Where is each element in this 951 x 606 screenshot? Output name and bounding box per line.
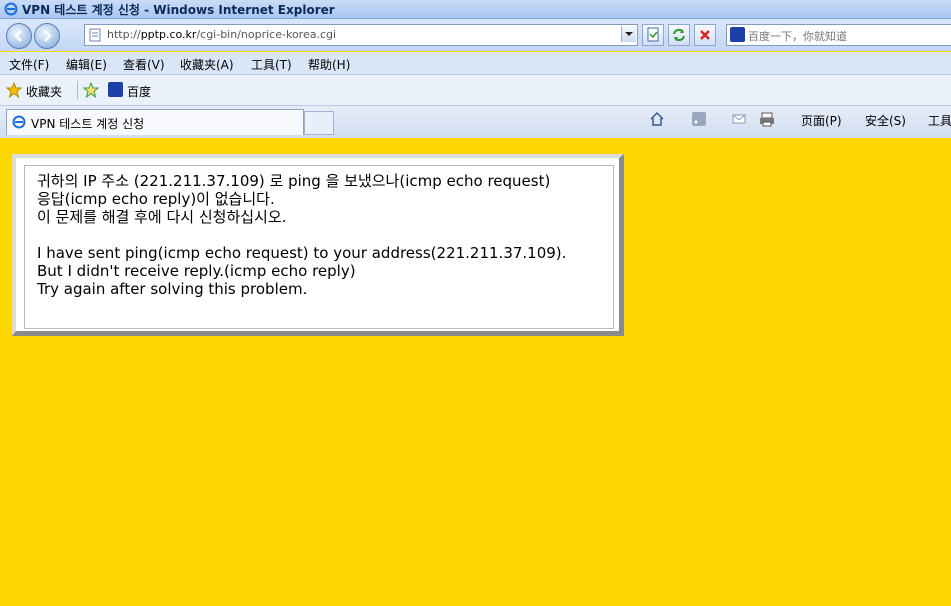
message-inner-border: 귀하의 IP 주소 (221.211.37.109) 로 ping 을 보냈으나…	[24, 165, 614, 329]
menu-edit[interactable]: 编辑(E)	[66, 56, 107, 73]
message-line: 귀하의 IP 주소 (221.211.37.109) 로 ping 을 보냈으나…	[37, 172, 551, 190]
page-icon	[647, 27, 659, 42]
baidu-paw-icon	[730, 27, 745, 42]
stop-icon	[700, 30, 710, 40]
message-line: 응답(icmp echo reply)이 없습니다.	[37, 190, 275, 208]
favorites-bar: 收藏夹 百度	[0, 75, 951, 106]
baidu-paw-icon	[108, 82, 123, 97]
compatibility-button[interactable]	[642, 24, 664, 46]
stop-button[interactable]	[694, 24, 716, 46]
rss-icon[interactable]	[691, 111, 707, 127]
tab-bar: VPN 테스트 계정 신청 页面(P) 安全(S) 工具	[0, 106, 951, 138]
refresh-button[interactable]	[668, 24, 690, 46]
menu-tools[interactable]: 工具(T)	[251, 56, 292, 73]
ie-icon	[4, 2, 18, 16]
new-tab-button[interactable]	[304, 111, 334, 135]
message-line: 이 문제를 해결 후에 다시 신청하십시오.	[37, 208, 287, 226]
menu-bar: 文件(F) 编辑(E) 查看(V) 收藏夹(A) 工具(T) 帮助(H)	[0, 52, 951, 75]
tab-label: VPN 테스트 계정 신청	[31, 117, 145, 131]
mail-icon[interactable]	[731, 111, 747, 127]
back-button[interactable]	[6, 23, 32, 49]
message-line: Try again after solving this problem.	[37, 280, 308, 298]
address-bar[interactable]: http://pptp.co.kr/cgi-bin/noprice-korea.…	[84, 24, 638, 46]
menu-file[interactable]: 文件(F)	[9, 56, 49, 73]
message-text: 귀하의 IP 주소 (221.211.37.109) 로 ping 을 보냈으나…	[37, 172, 566, 298]
watermark-logo	[30, 21, 35, 36]
page-menu[interactable]: 页面(P)	[801, 112, 842, 129]
message-line: I have sent ping(icmp echo request) to y…	[37, 244, 567, 262]
url-host: pptp.co.kr	[140, 28, 197, 41]
search-box[interactable]: 百度一下，你就知道	[726, 24, 951, 46]
search-placeholder: 百度一下，你就知道	[748, 30, 847, 43]
address-dropdown-button[interactable]	[621, 26, 636, 42]
menu-view[interactable]: 查看(V)	[123, 56, 165, 73]
tab-vpn[interactable]: VPN 테스트 계정 신청	[6, 109, 304, 135]
forward-button[interactable]	[34, 23, 60, 49]
home-icon[interactable]	[649, 111, 665, 127]
menu-help[interactable]: 帮助(H)	[308, 56, 350, 73]
ie-icon	[12, 115, 26, 129]
favorites-button[interactable]: 收藏夹	[26, 83, 62, 100]
tools-menu[interactable]: 工具	[928, 112, 951, 129]
star-icon	[6, 82, 22, 98]
safety-menu[interactable]: 安全(S)	[865, 112, 906, 129]
address-url: http://pptp.co.kr/cgi-bin/noprice-korea.…	[107, 28, 336, 41]
page-icon	[89, 28, 101, 42]
menu-favorites[interactable]: 收藏夹(A)	[180, 56, 234, 73]
add-favorite-icon[interactable]	[83, 82, 99, 98]
refresh-icon	[673, 28, 685, 42]
window-title: VPN 테스트 계정 신청 - Windows Internet Explore…	[22, 3, 335, 17]
forward-icon	[44, 30, 52, 42]
url-prefix: http://	[107, 28, 141, 41]
toolbar-separator	[77, 81, 78, 99]
print-icon[interactable]	[759, 111, 775, 127]
baidu-link[interactable]: 百度	[127, 83, 151, 100]
chevron-down-icon	[625, 32, 633, 36]
title-bar: VPN 테스트 계정 신청 - Windows Internet Explore…	[0, 0, 951, 19]
message-line: But I didn't receive reply.(icmp echo re…	[37, 262, 356, 280]
page-content: 귀하의 IP 주소 (221.211.37.109) 로 ping 을 보냈으나…	[0, 139, 951, 606]
message-box: 귀하의 IP 주소 (221.211.37.109) 로 ping 을 보냈으나…	[12, 154, 624, 336]
back-icon	[14, 30, 22, 42]
url-path: /cgi-bin/noprice-korea.cgi	[196, 28, 337, 41]
